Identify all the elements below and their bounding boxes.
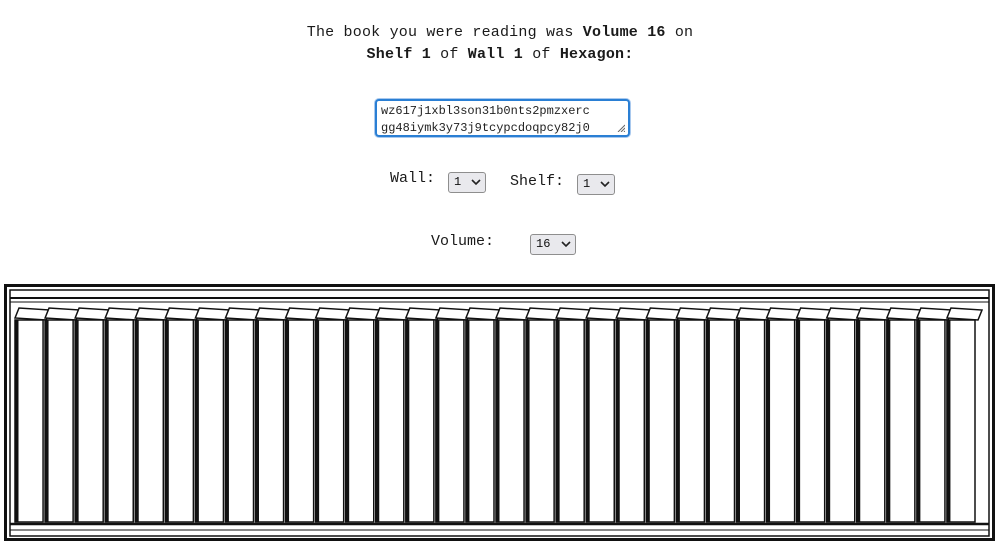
location-heading: The book you were reading was Volume 16 … xyxy=(0,22,997,66)
wall-label: Wall: xyxy=(390,170,436,187)
hexagon-text-line-2: gg48iymk3y73j9tcypcdoqpcy82j0 xyxy=(381,121,590,135)
bookshelf-illustration[interactable] xyxy=(4,284,995,542)
shelf-label: Shelf: xyxy=(510,173,565,190)
chevron-down-icon xyxy=(471,179,481,186)
shelf-select[interactable]: 1 xyxy=(577,174,615,195)
heading-suffix: on xyxy=(674,24,694,41)
heading-prefix: The book you were reading was xyxy=(306,24,574,41)
heading-line-2: Shelf 1 of Wall 1 of Hexagon: xyxy=(0,44,997,66)
heading-of-1: of xyxy=(440,46,459,63)
heading-shelf: Shelf 1 xyxy=(366,46,431,63)
volume-select[interactable]: 16 xyxy=(530,234,576,255)
chevron-down-icon xyxy=(600,181,610,188)
heading-of-2: of xyxy=(532,46,551,63)
wall-select-value: 1 xyxy=(454,175,462,189)
heading-hexagon: Hexagon: xyxy=(559,46,634,63)
chevron-down-icon xyxy=(561,241,571,248)
wall-select[interactable]: 1 xyxy=(448,172,486,193)
hexagon-text-line-1: wz617j1xbl3son31b0nts2pmzxerc xyxy=(381,104,590,118)
heading-wall: Wall 1 xyxy=(467,46,523,63)
resize-grip-icon[interactable] xyxy=(617,124,625,132)
volume-select-value: 16 xyxy=(536,237,551,251)
heading-volume: Volume 16 xyxy=(582,24,666,41)
hexagon-textarea[interactable]: wz617j1xbl3son31b0nts2pmzxerc gg48iymk3y… xyxy=(375,99,630,137)
heading-line-1: The book you were reading was Volume 16 … xyxy=(0,22,997,44)
shelf-select-value: 1 xyxy=(583,177,591,191)
books-group xyxy=(13,307,984,523)
volume-label: Volume: xyxy=(431,233,495,250)
